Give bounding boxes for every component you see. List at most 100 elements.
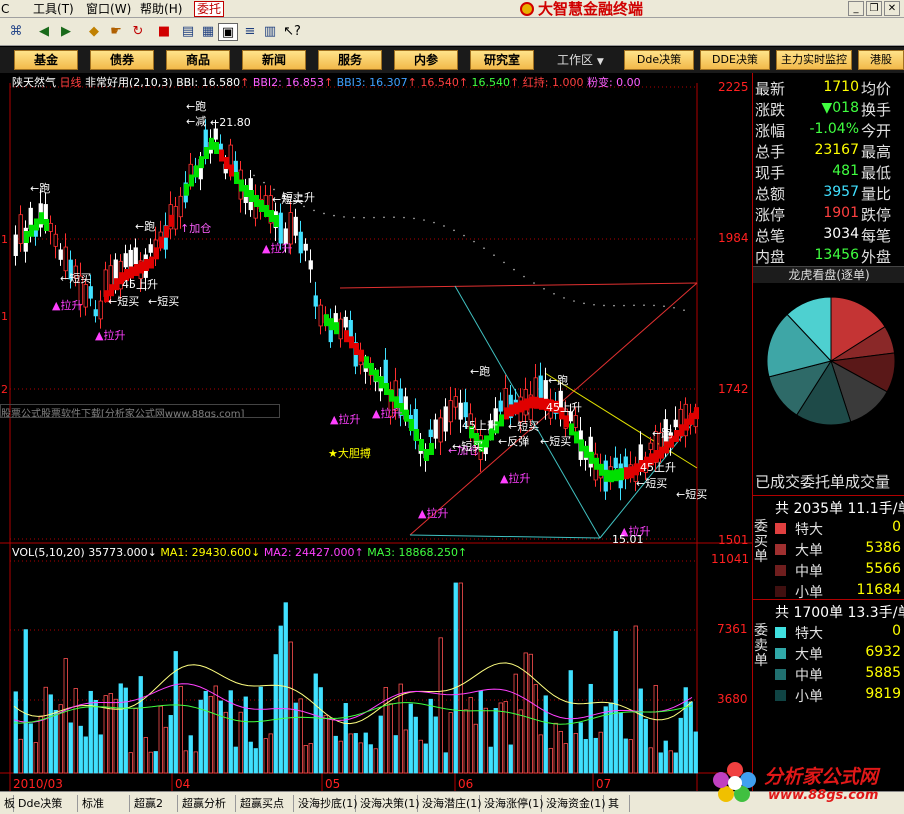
bottom-tab[interactable]: 没海涨停(1) [480, 795, 544, 812]
indicator-dot [573, 300, 575, 302]
signal-label: ←短买 [508, 420, 540, 433]
nav-bond-button[interactable]: 债券 [90, 50, 154, 70]
windows-icon[interactable]: ▤ [178, 23, 198, 41]
signal-label: 45上升 [462, 419, 498, 432]
nav-fund-button[interactable]: 基金 [14, 50, 78, 70]
volume-bar [208, 695, 213, 774]
book-icon[interactable]: ■ [154, 23, 174, 41]
candle-body [88, 286, 93, 299]
hand-icon[interactable]: ☛ [106, 23, 126, 41]
chart-icon[interactable]: ▥ [260, 23, 280, 41]
indicator-dot [653, 304, 655, 307]
hk-stock-button[interactable]: 港股 [858, 50, 904, 70]
candle-body [98, 300, 103, 320]
list-icon[interactable]: ≡ [240, 23, 260, 41]
menu-item-tools[interactable]: 工具(T) [33, 1, 74, 17]
volume-bar [473, 723, 478, 774]
binoculars-icon[interactable]: ⌘ [6, 23, 26, 41]
dde-decision-button[interactable]: Dde决策 [624, 50, 694, 70]
menu-item-window[interactable]: 窗口(W) [86, 1, 131, 17]
nav-service-button[interactable]: 服务 [318, 50, 382, 70]
bottom-tab[interactable]: 其 [604, 795, 630, 812]
ribbon-segment [534, 396, 539, 409]
order-size-value: 5885 [865, 665, 901, 681]
menu-item-trade[interactable]: 委托 [194, 1, 225, 17]
quote-label-right: 外盘 [861, 248, 892, 266]
bottom-tab[interactable]: Dde决策 [14, 795, 78, 812]
ribbon-segment [139, 261, 144, 274]
signal-label: ←短买 [636, 477, 668, 490]
candle-body [53, 233, 58, 247]
nav-insider-button[interactable]: 内参 [394, 50, 458, 70]
nav-news-button[interactable]: 新闻 [242, 50, 306, 70]
ribbon-segment [404, 409, 409, 422]
kline-chart-area[interactable]: 陕天然气 日线 非常好用(2,10,3) BBI: 16.580↑ BBI2: … [0, 73, 752, 791]
volume-bar [93, 699, 98, 774]
order-size-value: 6932 [865, 644, 901, 660]
diamond-icon[interactable]: ◆ [84, 23, 104, 41]
nav-research-button[interactable]: 研究室 [470, 50, 534, 70]
refresh-icon[interactable]: ↻ [128, 23, 148, 41]
signal-label: ▲拉升 [500, 472, 531, 485]
chart-svg[interactable] [0, 73, 752, 791]
bottom-tab[interactable]: 超赢买点 [236, 795, 294, 812]
order-size-label: 特大 [795, 626, 823, 642]
legend-swatch [775, 627, 786, 638]
volume-bar [323, 714, 328, 774]
nav-commodity-button[interactable]: 商品 [166, 50, 230, 70]
back-icon[interactable]: ◀ [34, 23, 54, 41]
close-icon[interactable]: ✕ [884, 1, 900, 16]
signal-label: ←短买 [108, 295, 140, 308]
bottom-tab[interactable]: 没海潜庄(1) [418, 795, 482, 812]
ad-banner[interactable]: 股票公式股票软件下载[分析家公式网www.88gs.com] [0, 404, 280, 418]
candle-body [308, 260, 313, 270]
bottom-tab[interactable]: 超赢2 [130, 795, 178, 812]
quote-label-right: 每笔 [861, 227, 892, 245]
bottom-tab[interactable]: 没海决策(1) [356, 795, 420, 812]
longhu-title[interactable]: 龙虎看盘(逐单) [753, 266, 904, 283]
volume-bar [53, 709, 58, 774]
save-icon[interactable]: ▣ [218, 23, 238, 41]
indicator-dot [593, 303, 595, 306]
quote-label-right: 均价 [861, 80, 892, 98]
bottom-tab[interactable]: 标准 [78, 795, 130, 812]
chart-grid [0, 83, 752, 791]
period-label[interactable]: 日线 [60, 76, 82, 89]
restore-icon[interactable]: ❐ [866, 1, 882, 16]
volume-label[interactable]: VOL(5,10,20) [12, 546, 85, 559]
ribbon-segment [659, 446, 664, 459]
bottom-tab[interactable]: 超赢分析 [178, 795, 236, 812]
volume-bar [83, 736, 88, 774]
legend-swatch [775, 648, 786, 659]
ribbon-segment [329, 318, 334, 331]
bottom-tab[interactable]: 板 [0, 795, 15, 812]
signal-label: ▲拉升 [418, 507, 449, 520]
volume-bar [273, 654, 278, 774]
volume-bar [618, 712, 623, 774]
signal-label: ←短买 [452, 440, 484, 453]
ribbon-segment [229, 164, 234, 177]
volume-bar [413, 716, 418, 774]
candle-body [178, 195, 183, 218]
bottom-tab[interactable]: 没海抄底(1) [294, 795, 358, 812]
buy-orders-block: 共 2035单 11.1手/单 委买单 特大 0 大单 5386 中单 5566 小单 116… [753, 495, 904, 601]
menu-item-help[interactable]: 帮助(H) [140, 1, 182, 17]
minimize-icon[interactable]: _ [848, 1, 864, 16]
workarea-dropdown[interactable]: 工作区 ▼ [557, 50, 604, 70]
order-size-label: 中单 [795, 564, 823, 580]
main-monitor-button[interactable]: 主力实时监控 [776, 50, 852, 70]
indicator-name[interactable]: 非常好用(2,10,3) [85, 76, 173, 89]
legend-swatch [775, 523, 786, 534]
forward-icon[interactable]: ▶ [56, 23, 76, 41]
volume-bar [263, 738, 268, 774]
dotted-indicator [253, 174, 685, 311]
help-cursor-icon[interactable]: ↖? [282, 23, 302, 41]
menu-item-c[interactable]: C [1, 1, 9, 17]
grid-icon[interactable]: ▦ [198, 23, 218, 41]
signal-label: ←短买 [148, 295, 180, 308]
bottom-tab[interactable]: 没海资金(1) [542, 795, 606, 812]
dde-decision2-button[interactable]: DDE决策 [700, 50, 770, 70]
stock-name[interactable]: 陕天然气 [12, 76, 56, 89]
indicator-dot [303, 205, 305, 208]
quote-row: 总手 23167 最高 [753, 139, 904, 161]
